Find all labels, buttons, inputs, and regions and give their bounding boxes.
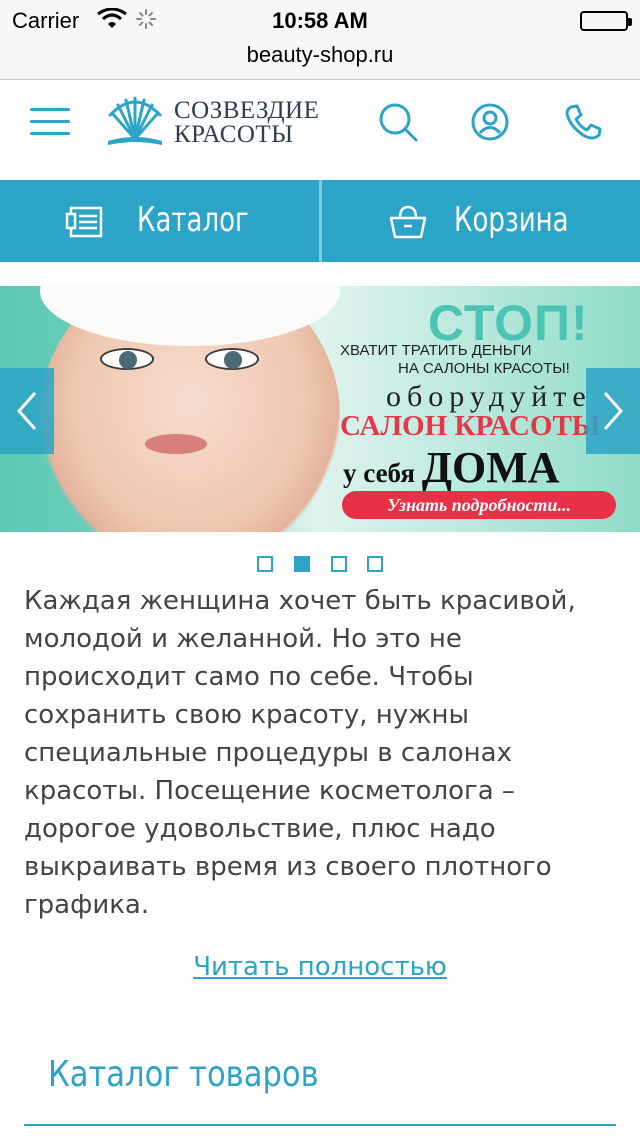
- phone-icon[interactable]: [563, 102, 603, 142]
- user-icon[interactable]: [470, 102, 510, 142]
- carousel-next-button[interactable]: [586, 368, 640, 454]
- cart-button[interactable]: Корзина: [322, 180, 640, 262]
- banner-eye-left: [100, 348, 154, 370]
- catalog-section-title: Каталог товаров: [48, 1054, 319, 1095]
- cart-basket-icon: [388, 204, 428, 240]
- chevron-left-icon: [16, 392, 37, 430]
- banner-line4: САЛОН КРАСОТЫ: [340, 410, 601, 442]
- promo-banner[interactable]: СТОП! ХВАТИТ ТРАТИТЬ ДЕНЬГИ НА САЛОНЫ КР…: [0, 286, 640, 532]
- section-divider: [24, 1124, 616, 1126]
- banner-line5-prefix: у себя: [343, 458, 415, 488]
- catalog-button[interactable]: Каталог: [0, 180, 319, 262]
- carousel-dot-4[interactable]: [367, 556, 383, 572]
- chevron-right-icon: [603, 392, 624, 430]
- carousel-dot-3[interactable]: [331, 556, 347, 572]
- read-more-link[interactable]: Читать полностью: [0, 952, 640, 982]
- shell-logo-icon: [108, 96, 162, 145]
- carousel-dot-1[interactable]: [257, 556, 273, 572]
- carousel-prev-button[interactable]: [0, 368, 54, 454]
- cart-label: Корзина: [454, 200, 569, 240]
- banner-line1: ХВАТИТ ТРАТИТЬ ДЕНЬГИ: [340, 342, 532, 359]
- banner-eye-right: [205, 348, 259, 370]
- hamburger-icon[interactable]: [30, 108, 70, 138]
- banner-line2: НА САЛОНЫ КРАСОТЫ!: [398, 360, 570, 377]
- clock: 10:58 AM: [272, 8, 368, 33]
- carousel-dot-2[interactable]: [294, 556, 310, 572]
- catalog-label: Каталог: [137, 200, 249, 240]
- site-logo[interactable]: СОЗВЕЗДИЕ КРАСОТЫ: [104, 95, 336, 155]
- banner-lips: [145, 434, 207, 454]
- banner-line5: у себя ДОМА: [343, 442, 560, 493]
- banner-line5-big: ДОМА: [421, 443, 560, 492]
- battery-icon: [580, 11, 632, 31]
- main-nav: Каталог Корзина: [0, 180, 640, 262]
- catalog-icon: [65, 204, 105, 240]
- status-bar: Carrier 10:58 AM: [0, 0, 640, 40]
- carousel-pagination: [257, 556, 387, 572]
- intro-text: Каждая женщина хочет быть красивой, моло…: [24, 586, 576, 920]
- site-header: СОЗВЕЗДИЕ КРАСОТЫ: [0, 80, 640, 180]
- search-icon[interactable]: [378, 102, 418, 142]
- banner-line3: оборудуйте: [386, 380, 592, 413]
- address-bar[interactable]: beauty-shop.ru: [0, 40, 640, 80]
- banner-cta-button[interactable]: Узнать подробности...: [342, 491, 616, 519]
- logo-text-line2: КРАСОТЫ: [174, 121, 294, 148]
